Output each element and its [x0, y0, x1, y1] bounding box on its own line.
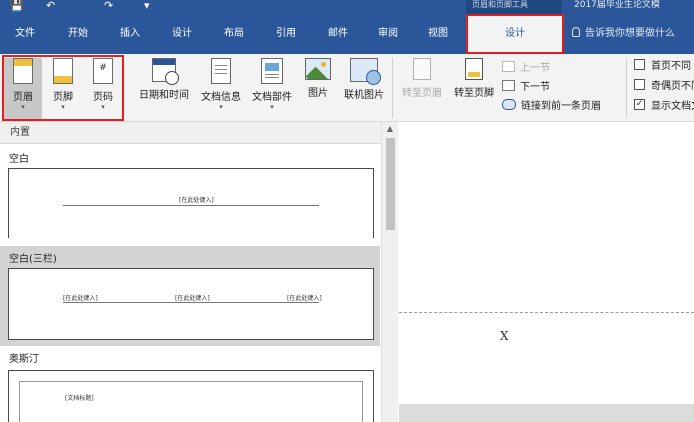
header-gallery: 内置 空白 [在此处键入] 空白(三栏) [在此处键入] [在此处键入] [在此…	[0, 122, 398, 422]
checkbox-box	[634, 78, 645, 90]
doc-parts-button[interactable]: 文档部件 ▾	[246, 58, 298, 111]
calendar-clock-icon	[152, 58, 179, 85]
gallery-item-blank-three-column[interactable]: [在此处键入] [在此处键入] [在此处键入]	[8, 268, 374, 340]
header-rule	[63, 205, 319, 206]
tab-file[interactable]: 文件	[6, 14, 44, 54]
checkbox-box	[634, 58, 645, 70]
doc-info-label: 文档信息	[201, 92, 241, 103]
placeholder-text: [在此处键入]	[287, 295, 322, 302]
link-icon	[502, 98, 516, 110]
scroll-thumb[interactable]	[386, 138, 395, 230]
doc-info-icon	[211, 58, 231, 84]
link-to-previous-button[interactable]: 链接到前一条页眉	[502, 95, 601, 113]
footer-boundary	[399, 312, 694, 313]
header-rule	[63, 302, 319, 303]
date-time-label: 日期和时间	[139, 90, 189, 101]
tab-mailings[interactable]: 邮件	[318, 14, 358, 54]
placeholder-text: [在此处键入]	[63, 295, 98, 302]
goto-footer-icon	[465, 58, 483, 80]
tab-review[interactable]: 审阅	[368, 14, 408, 54]
gallery-section-header: 内置	[0, 122, 382, 144]
next-section-icon	[502, 79, 515, 91]
tab-references[interactable]: 引用	[266, 14, 306, 54]
gallery-scrollbar[interactable]: ▲	[381, 122, 398, 422]
customize-quick-access-icon[interactable]: ▾	[144, 0, 150, 12]
redo-icon[interactable]: ↷	[104, 0, 113, 12]
previous-section-button[interactable]: 上一节	[502, 57, 550, 75]
picture-label: 图片	[308, 88, 328, 99]
context-tool-label: 页眉和页脚工具	[466, 0, 562, 14]
goto-header-icon	[413, 58, 431, 80]
tell-me-text: 告诉我你想要做什么	[585, 28, 675, 39]
next-section-button[interactable]: 下一节	[502, 76, 550, 94]
doc-parts-icon	[261, 58, 283, 84]
picture-button[interactable]: 图片	[300, 58, 336, 99]
lightbulb-icon	[572, 27, 580, 37]
odd-even-checkbox[interactable]: 奇偶页不同	[634, 76, 694, 92]
online-picture-icon	[350, 58, 381, 85]
placeholder-text: [文档标题]	[65, 395, 94, 402]
doc-parts-label: 文档部件	[252, 92, 292, 103]
online-picture-label: 联机图片	[344, 90, 384, 101]
gallery-item-label: 奥斯汀	[9, 354, 39, 365]
goto-footer-button[interactable]: 转至页脚	[448, 58, 500, 99]
ribbon-tabs: 文件 开始 插入 设计 布局 引用 邮件 审阅 视图 设计 告诉我你想要做什么	[0, 14, 694, 54]
chevron-down-icon: ▾	[219, 103, 223, 111]
placeholder-text: [在此处键入]	[175, 295, 210, 302]
scroll-up-icon[interactable]: ▲	[382, 122, 398, 136]
undo-icon[interactable]: ↶	[46, 0, 55, 12]
tab-design-doc[interactable]: 设计	[162, 14, 202, 54]
date-time-button[interactable]: 日期和时间	[132, 58, 196, 101]
document-text: X	[500, 329, 509, 343]
gallery-item-label: 空白	[9, 154, 29, 165]
previous-section-icon	[502, 60, 515, 72]
picture-icon	[305, 58, 331, 80]
different-first-page-checkbox[interactable]: 首页不同	[634, 56, 691, 72]
goto-footer-label: 转至页脚	[454, 88, 494, 99]
tab-view[interactable]: 视图	[418, 14, 458, 54]
document-area: X	[399, 122, 694, 422]
tab-header-footer-design[interactable]: 设计	[466, 14, 564, 54]
gallery-item-label: 空白(三栏)	[9, 254, 57, 265]
divider	[626, 58, 627, 118]
gallery-item-austin[interactable]: [文档标题]	[8, 370, 374, 422]
show-doc-text-checkbox[interactable]: ✓显示文档文字	[634, 96, 694, 112]
placeholder-text: [在此处键入]	[179, 197, 214, 204]
highlight-frame	[2, 55, 124, 121]
tell-me-search[interactable]: 告诉我你想要做什么	[572, 14, 694, 54]
divider	[392, 58, 393, 118]
title-bar: 💾 ↶ ↷ ▾ 页眉和页脚工具 2017届毕业生论文模	[0, 0, 694, 14]
save-icon[interactable]: 💾	[10, 0, 24, 12]
document-page[interactable]: X	[399, 122, 694, 404]
gallery-item-blank[interactable]: [在此处键入]	[8, 168, 374, 238]
ribbon: 页眉 ▾ 页脚 ▾ # 页码 ▾ 日期和时间 文档信息 ▾ 文档部件 ▾ 图片 …	[0, 54, 694, 137]
tab-home[interactable]: 开始	[58, 14, 98, 54]
doc-info-button[interactable]: 文档信息 ▾	[196, 58, 246, 111]
checkmark-icon: ✓	[634, 98, 645, 110]
goto-header-button[interactable]: 转至页眉	[396, 58, 448, 99]
goto-header-label: 转至页眉	[402, 88, 442, 99]
page-gap	[399, 404, 694, 422]
tab-insert[interactable]: 插入	[110, 14, 150, 54]
chevron-down-icon: ▾	[270, 103, 274, 111]
online-picture-button[interactable]: 联机图片	[338, 58, 390, 101]
tab-layout[interactable]: 布局	[214, 14, 254, 54]
document-title: 2017届毕业生论文模	[574, 0, 660, 10]
